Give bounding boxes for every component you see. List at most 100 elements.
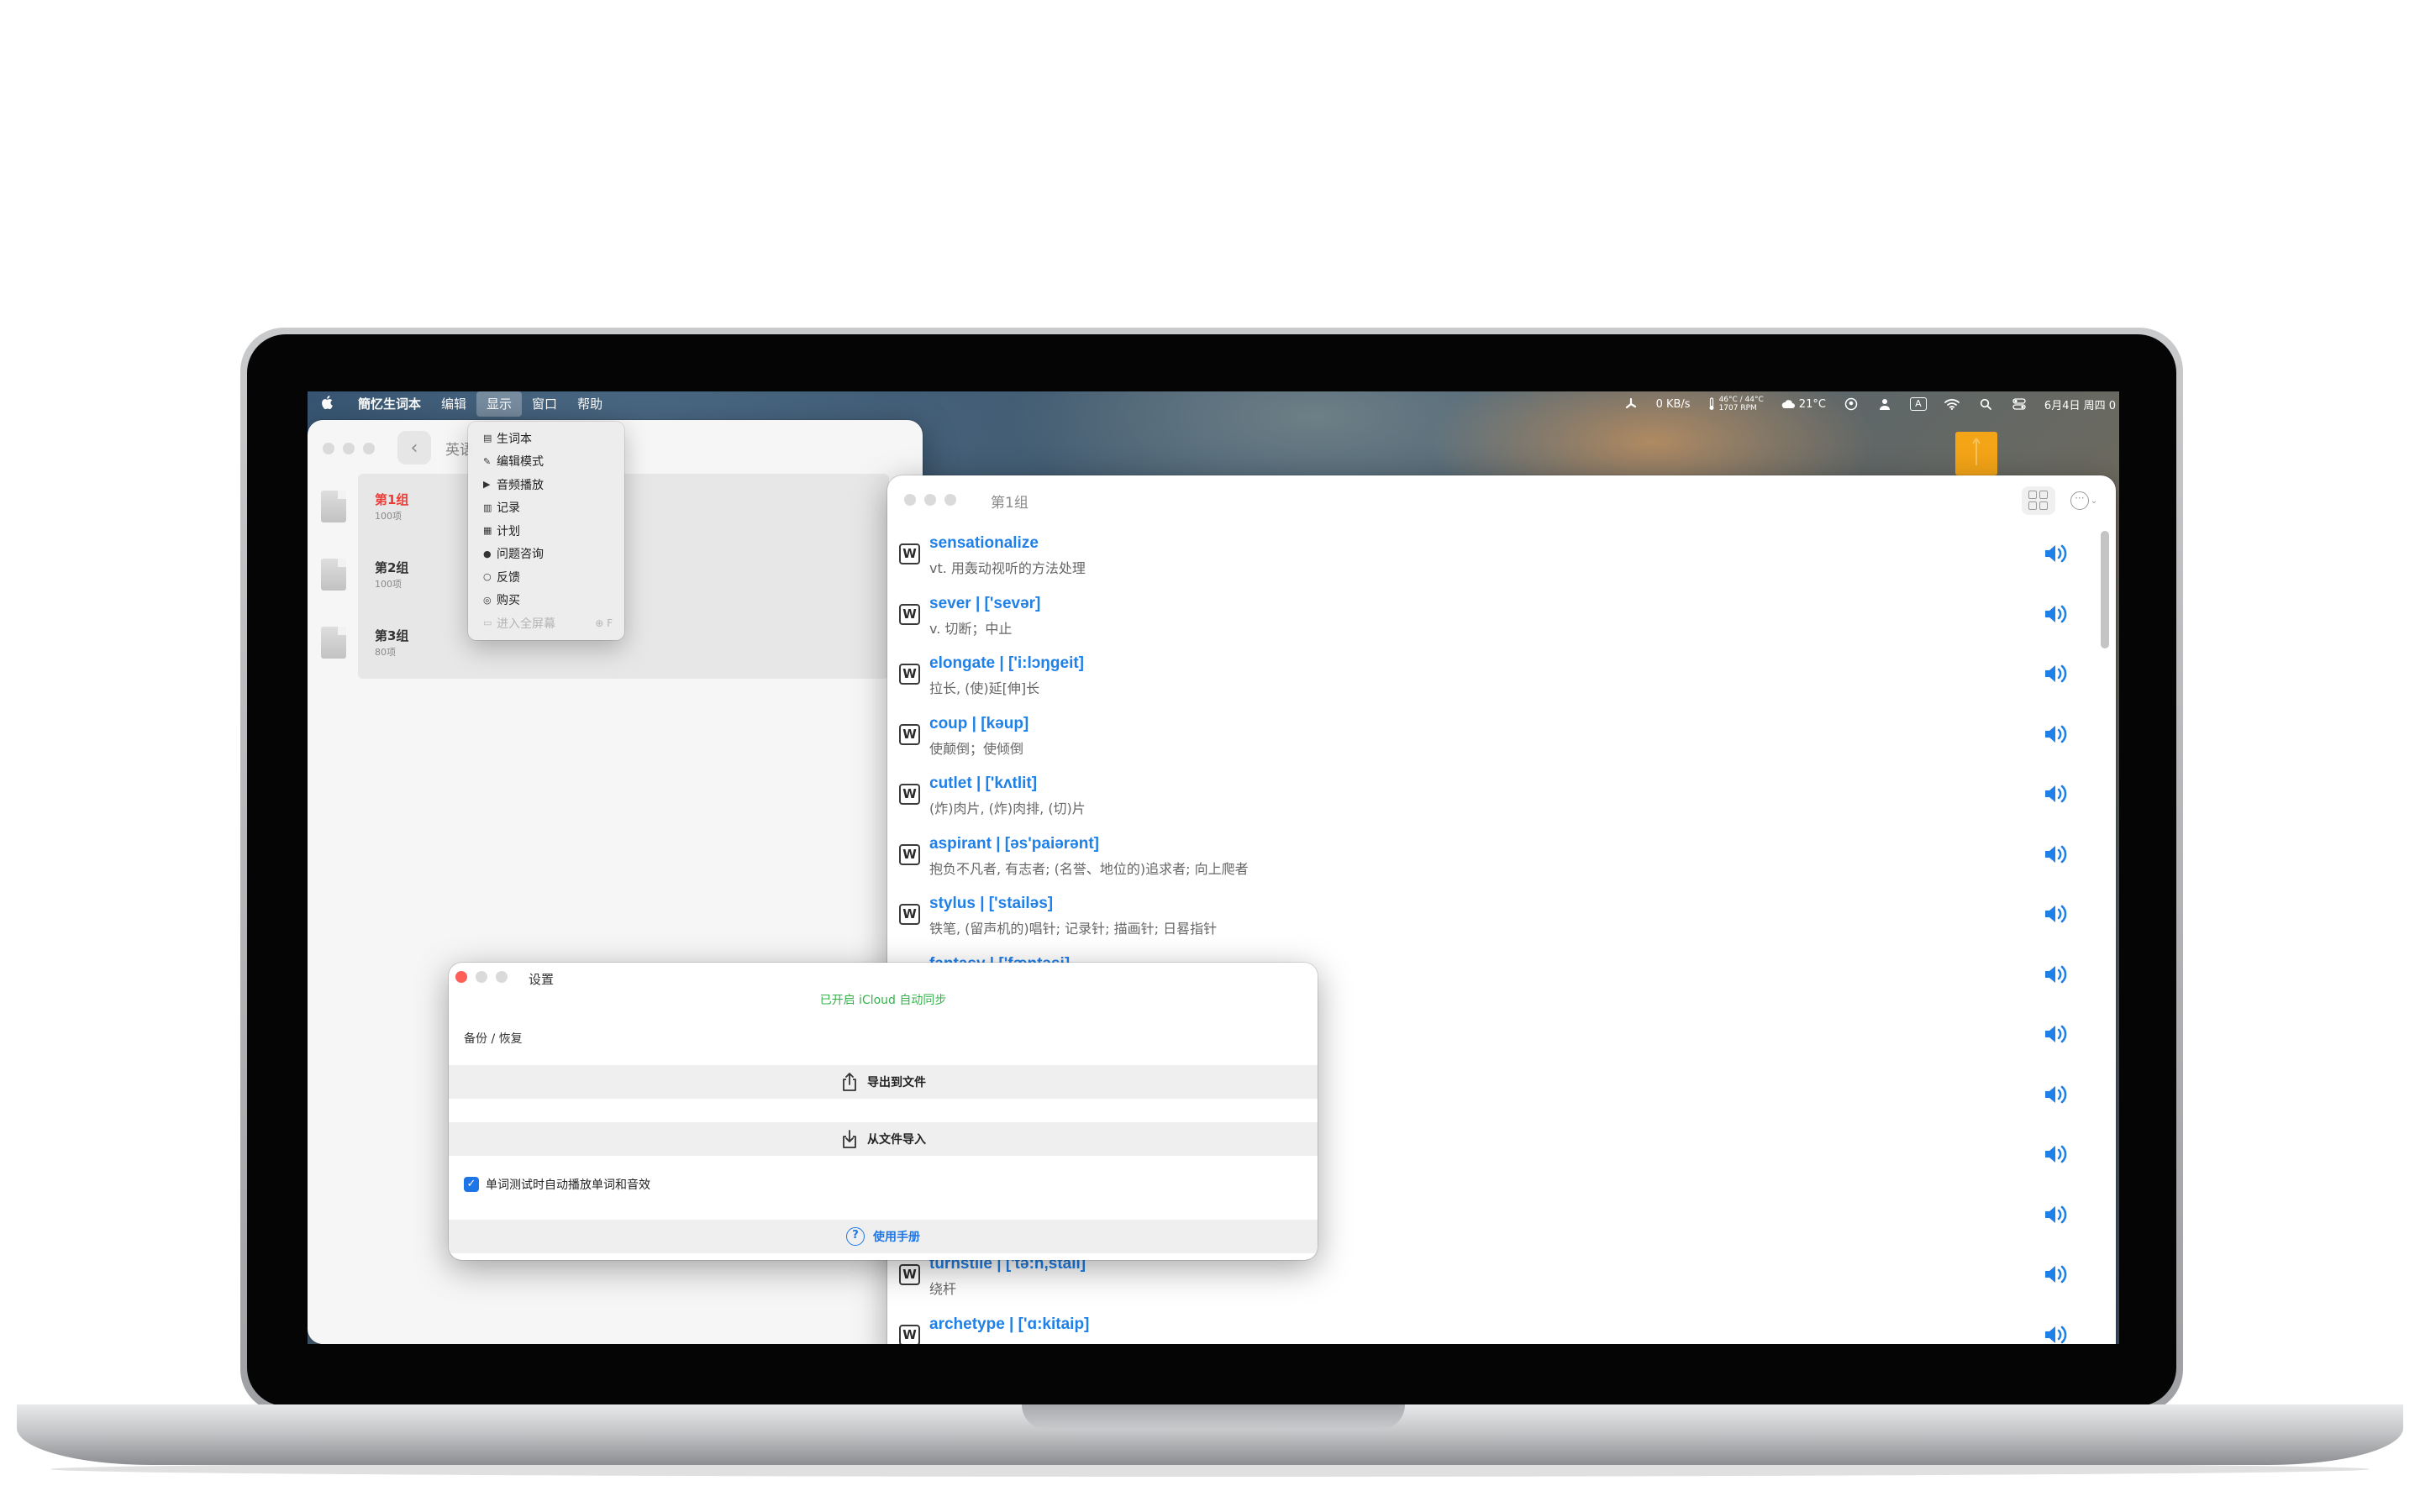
word-row[interactable]: Wstylus | ['stailəs] 铁笔, (留声机的)唱针; 记录针; 描… <box>887 890 2097 950</box>
import-label: 从文件导入 <box>867 1133 926 1147</box>
grid-view-button[interactable] <box>2022 486 2055 515</box>
word-row[interactable]: Wsensationalize vt. 用轰动视听的方法处理 <box>887 529 2097 590</box>
user-manual-label: 使用手册 <box>873 1231 920 1244</box>
person-icon[interactable] <box>1876 397 1893 411</box>
minimize-button[interactable] <box>924 494 936 506</box>
autoplay-checkbox[interactable]: ✓ <box>464 1177 479 1192</box>
word-definition: 绕杆 <box>929 1281 957 1297</box>
view-menu-dropdown: ▤ 生词本 ✎ 编辑模式 ▶ 音频播放 ▥ 记录 ▦ 计划 ● 问题咨询 ○ 反馈 ◎ 购买 ▭ 进入全屏幕 ⊕ F <box>468 422 624 640</box>
apple-icon[interactable] <box>308 395 348 414</box>
speaker-icon[interactable] <box>2042 1021 2072 1047</box>
minimize-button[interactable] <box>476 971 487 983</box>
menu-view[interactable]: 显示 <box>476 391 523 417</box>
speaker-icon[interactable] <box>2042 1262 2072 1287</box>
word-row[interactable]: Wcoup | [kəup] 使颠倒；使倾倒 <box>887 710 2097 770</box>
weather-widget[interactable]: 21°C <box>1781 397 1826 411</box>
menu-bar: 簡忆生词本 编辑 显示 窗口 帮助 0 KB/s 46°C / 44°C 170… <box>308 391 2119 417</box>
word-definition: 使颠倒；使倾倒 <box>929 740 1024 757</box>
speaker-icon[interactable] <box>2042 1322 2072 1345</box>
menu-item-1[interactable]: ✎ 编辑模式 <box>468 450 624 474</box>
close-button[interactable] <box>455 971 467 983</box>
word-w-icon: W <box>899 843 920 865</box>
edit-icon: ✎ <box>483 455 492 467</box>
grid-icon <box>2028 491 2037 499</box>
speaker-icon[interactable] <box>2042 601 2072 627</box>
menu-edit[interactable]: 编辑 <box>431 391 476 417</box>
speaker-icon[interactable] <box>2042 541 2072 566</box>
speaker-icon[interactable] <box>2042 962 2072 987</box>
calendar-icon: ▦ <box>483 525 492 537</box>
fan-icon[interactable] <box>1623 397 1639 411</box>
word-w-icon: W <box>899 664 920 685</box>
user-circle-icon[interactable] <box>1843 397 1860 411</box>
menu-help[interactable]: 帮助 <box>567 391 613 417</box>
close-button[interactable] <box>904 494 916 506</box>
menu-item-2[interactable]: ▶ 音频播放 <box>468 473 624 496</box>
word-row[interactable]: Wcutlet | ['kʌtlit] (炸)肉片, (炸)肉排, (切)片 <box>887 769 2097 830</box>
menu-item-label: 进入全屏幕 <box>497 617 555 631</box>
speaker-icon[interactable] <box>2042 722 2072 747</box>
search-icon[interactable] <box>1977 397 1994 411</box>
speaker-icon[interactable] <box>2042 781 2072 806</box>
group-count: 100项 <box>375 511 402 522</box>
speaker-icon[interactable] <box>2042 1202 2072 1227</box>
window-controls <box>323 443 375 454</box>
speaker-icon[interactable] <box>2042 842 2072 867</box>
menu-window[interactable]: 窗口 <box>522 391 567 417</box>
export-button[interactable]: 导出到文件 <box>449 1065 1318 1099</box>
zoom-button[interactable] <box>363 443 375 454</box>
export-label: 导出到文件 <box>867 1076 926 1089</box>
speaker-icon[interactable] <box>2042 661 2072 686</box>
speaker-icon[interactable] <box>2042 901 2072 927</box>
menu-item-3[interactable]: ▥ 记录 <box>468 496 624 520</box>
word-row[interactable]: Warchetype | ['ɑ:kitaip] <box>887 1310 2097 1345</box>
feedback-icon: ○ <box>483 571 492 583</box>
word-row[interactable]: Wsever | ['sevər] v. 切断；中止 <box>887 590 2097 650</box>
close-button[interactable] <box>323 443 334 454</box>
menu-item-label: 音频播放 <box>497 478 544 492</box>
word-w-icon: W <box>899 1324 920 1344</box>
clock[interactable]: 6月4日 周四 0 <box>2044 396 2116 412</box>
menu-item-label: 购买 <box>497 594 520 608</box>
desktop-orange-tag[interactable] <box>1955 432 1997 475</box>
input-method-icon[interactable]: A <box>1909 397 1927 411</box>
more-options-button[interactable]: ··· ⌄ <box>2064 486 2104 515</box>
word-row[interactable]: Waspirant | [əs'paiərənt] 抱负不凡者, 有志者; (名誉… <box>887 830 2097 890</box>
menu-item-label: 问题咨询 <box>497 548 544 562</box>
wifi-icon[interactable] <box>1944 397 1960 411</box>
word-text: sensationalize <box>929 534 1039 552</box>
word-w-icon: W <box>899 543 920 564</box>
minimize-button[interactable] <box>343 443 355 454</box>
menu-item-label: 计划 <box>497 524 520 538</box>
control-center-icon[interactable] <box>2011 397 2028 411</box>
menu-item-label: 记录 <box>497 501 520 516</box>
scrollbar-thumb[interactable] <box>2101 531 2109 648</box>
word-text: sever | ['sevər] <box>929 594 1041 612</box>
menu-item-4[interactable]: ▦ 计划 <box>468 519 624 543</box>
settings-title: 设置 <box>529 972 555 987</box>
sensor-readout[interactable]: 46°C / 44°C 1707 RPM <box>1707 396 1764 412</box>
menu-item-7[interactable]: ◎ 购买 <box>468 589 624 612</box>
group-name: 第2组 <box>375 560 409 575</box>
import-button[interactable]: 从文件导入 <box>449 1122 1318 1156</box>
word-text: stylus | ['stailəs] <box>929 895 1054 912</box>
screen: 簡忆生词本 编辑 显示 窗口 帮助 0 KB/s 46°C / 44°C 170… <box>308 391 2119 1344</box>
cloud-icon <box>1781 397 1796 411</box>
menu-item-5[interactable]: ● 问题咨询 <box>468 543 624 566</box>
zoom-button[interactable] <box>496 971 508 983</box>
back-button[interactable]: ‹ <box>397 431 431 465</box>
word-w-icon: W <box>899 603 920 625</box>
group-count: 80项 <box>375 647 396 658</box>
import-icon <box>843 1130 856 1148</box>
zoom-button[interactable] <box>944 494 956 506</box>
speaker-icon[interactable] <box>2042 1142 2072 1167</box>
menu-app-name[interactable]: 簡忆生词本 <box>348 391 431 417</box>
autoplay-option[interactable]: ✓ 单词测试时自动播放单词和音效 <box>464 1176 650 1193</box>
net-speed[interactable]: 0 KB/s <box>1656 398 1691 411</box>
menu-item-0[interactable]: ▤ 生词本 <box>468 427 624 450</box>
user-manual-button[interactable]: ? 使用手册 <box>449 1220 1318 1253</box>
word-row[interactable]: Welongate | ['i:lɔŋgeit] 拉长, (使)延[伸]长 <box>887 649 2097 710</box>
menu-bar-status: 0 KB/s 46°C / 44°C 1707 RPM 21°C A 6月4日 … <box>1623 391 2119 417</box>
speaker-icon[interactable] <box>2042 1082 2072 1107</box>
menu-item-6[interactable]: ○ 反馈 <box>468 565 624 589</box>
